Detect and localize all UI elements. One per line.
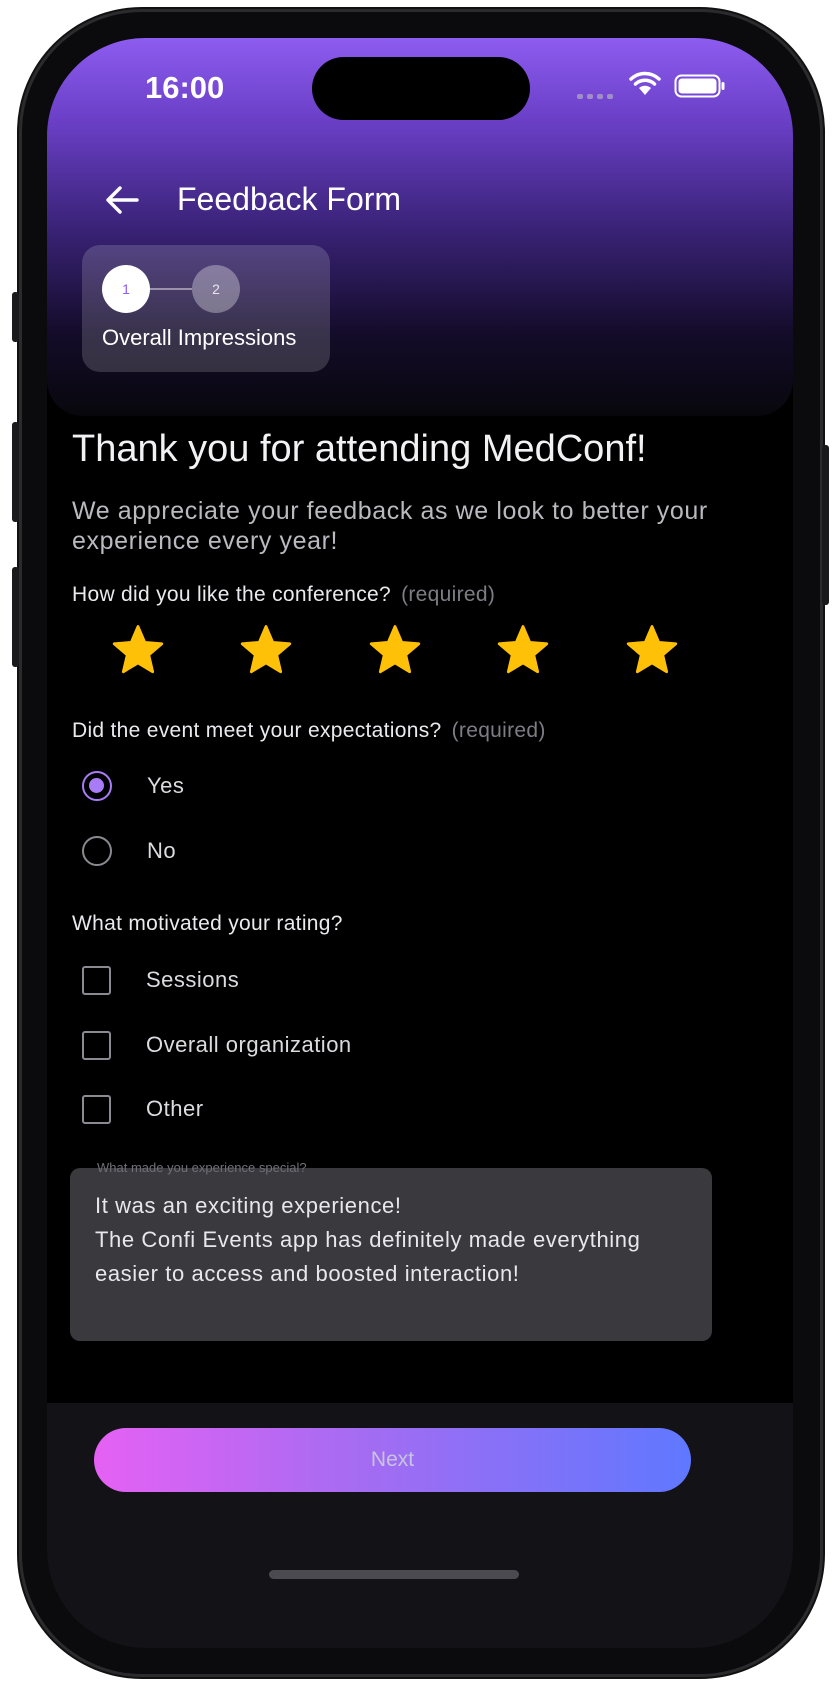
page-title: Feedback Form xyxy=(177,181,402,217)
radio-label-yes: Yes xyxy=(147,773,185,798)
volume-up-button xyxy=(12,422,19,522)
arrow-left-icon xyxy=(106,186,139,214)
header: 16:00 Feedback Form 1 2 Overall Impressi… xyxy=(47,38,793,416)
radio-label-no: No xyxy=(147,838,177,863)
form-subtext: We appreciate your feedback as we look t… xyxy=(72,497,708,555)
step-connector xyxy=(150,288,192,290)
form-headline: Thank you for attending MedConf! xyxy=(72,428,647,470)
checkbox[interactable] xyxy=(82,1030,111,1060)
expectations-question: Did the event meet your expectations? (r… xyxy=(72,719,546,743)
step-1-indicator: 1 xyxy=(102,265,150,313)
progress-stepper: 1 2 Overall Impressions xyxy=(82,245,330,372)
rating-question: How did you like the conference? (requir… xyxy=(72,583,495,607)
next-button[interactable]: Next xyxy=(94,1428,691,1492)
wifi-icon xyxy=(629,71,661,95)
required-label: (required) xyxy=(451,719,546,742)
expectations-question-text: Did the event meet your expectations? xyxy=(72,719,442,742)
step-2-indicator: 2 xyxy=(192,265,240,313)
battery-icon xyxy=(674,74,725,98)
current-step-label: Overall Impressions xyxy=(102,325,297,350)
motivation-question: What motivated your rating? xyxy=(72,912,343,936)
star-icon[interactable] xyxy=(110,623,166,679)
star-icon[interactable] xyxy=(495,623,551,679)
checkbox[interactable] xyxy=(82,1094,111,1124)
checkbox[interactable] xyxy=(82,965,111,995)
star-icon[interactable] xyxy=(367,623,423,679)
experience-textarea-label: What made you experience special? xyxy=(97,1160,307,1175)
cellular-signal-icon xyxy=(577,94,613,99)
experience-textarea[interactable]: It was an exciting experience! The Confi… xyxy=(70,1168,712,1341)
checkbox-label-organization: Overall organization xyxy=(146,1032,352,1057)
dynamic-island xyxy=(312,57,530,120)
app-screen: 16:00 Feedback Form 1 2 Overall Impressi… xyxy=(47,38,793,1648)
back-button[interactable] xyxy=(97,175,147,225)
radio-button-checked[interactable] xyxy=(82,771,112,801)
home-indicator xyxy=(269,1570,519,1579)
rating-question-text: How did you like the conference? xyxy=(72,583,391,606)
star-icon[interactable] xyxy=(624,623,680,679)
checkbox-label-other: Other xyxy=(146,1096,204,1121)
status-time: 16:00 xyxy=(145,70,225,105)
checkbox-option-other[interactable]: Other xyxy=(82,1087,482,1131)
radio-option-yes[interactable]: Yes xyxy=(82,764,482,808)
power-button xyxy=(822,445,829,605)
checkbox-option-organization[interactable]: Overall organization xyxy=(82,1023,482,1067)
volume-down-button xyxy=(12,567,19,667)
silent-switch xyxy=(12,292,19,342)
radio-option-no[interactable]: No xyxy=(82,829,482,873)
checkbox-label-sessions: Sessions xyxy=(146,967,240,992)
star-icon[interactable] xyxy=(238,623,294,679)
radio-button[interactable] xyxy=(82,836,112,866)
checkbox-option-sessions[interactable]: Sessions xyxy=(82,958,482,1002)
star-rating[interactable] xyxy=(110,623,680,683)
motivation-question-text: What motivated your rating? xyxy=(72,912,343,935)
required-label: (required) xyxy=(401,583,496,606)
